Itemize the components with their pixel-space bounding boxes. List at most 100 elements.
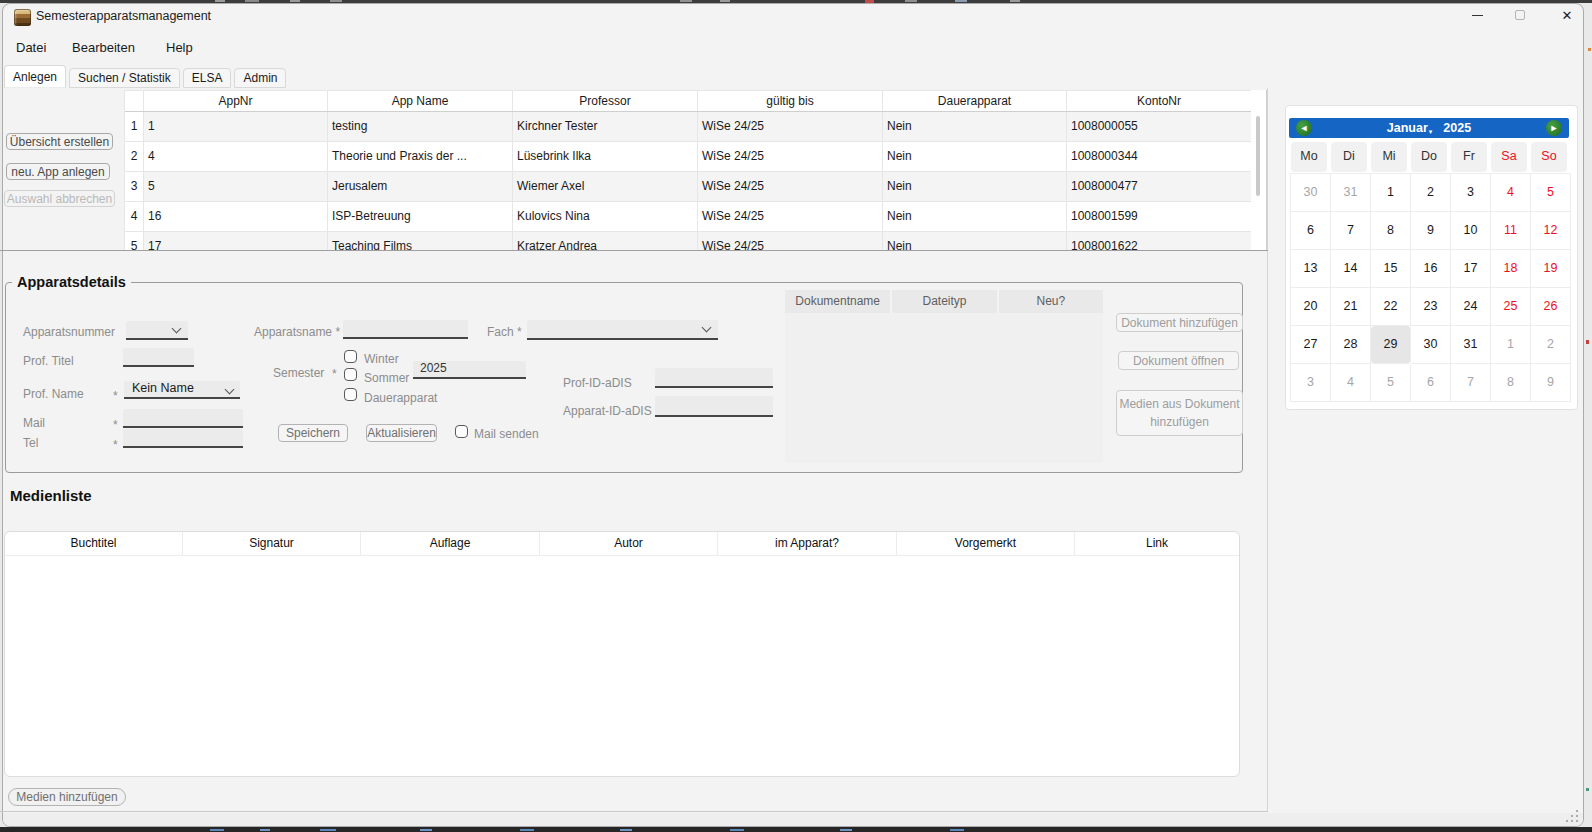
dauerapparat-radio[interactable] bbox=[344, 388, 357, 401]
column-dokumentname[interactable]: Dokumentname bbox=[785, 290, 890, 313]
calendar-day[interactable]: 4 bbox=[1331, 364, 1371, 402]
minimize-button[interactable] bbox=[1457, 2, 1497, 28]
calendar-day[interactable]: 14 bbox=[1331, 250, 1371, 288]
calendar-next-button[interactable]: ► bbox=[1546, 120, 1562, 136]
calendar-day[interactable]: 3 bbox=[1451, 174, 1491, 212]
calendar-day[interactable]: 19 bbox=[1531, 250, 1571, 288]
table-row[interactable]: 1 1 testing Kirchner Tester WiSe 24/25 N… bbox=[125, 112, 1251, 142]
dokument-oeffnen-button[interactable]: Dokument öffnen bbox=[1118, 351, 1239, 370]
column-professor[interactable]: Professor bbox=[513, 91, 698, 111]
calendar-day[interactable]: 3 bbox=[1291, 364, 1331, 402]
calendar-day[interactable]: 23 bbox=[1411, 288, 1451, 326]
speichern-button[interactable]: Speichern bbox=[278, 424, 348, 442]
calendar-day[interactable]: 9 bbox=[1411, 212, 1451, 250]
calendar-day[interactable]: 16 bbox=[1411, 250, 1451, 288]
tab-admin[interactable]: Admin bbox=[234, 68, 286, 88]
calendar-prev-button[interactable]: ◄ bbox=[1296, 120, 1312, 136]
calendar-day[interactable]: 5 bbox=[1531, 174, 1571, 212]
menu-help[interactable]: Help bbox=[166, 40, 193, 55]
fach-select[interactable] bbox=[527, 320, 718, 340]
calendar-day[interactable]: 9 bbox=[1531, 364, 1571, 402]
tab-elsa[interactable]: ELSA bbox=[183, 68, 232, 88]
table-row[interactable]: 2 4 Theorie und Praxis der ... Lüsebrink… bbox=[125, 142, 1251, 172]
table-row[interactable]: 3 5 Jerusalem Wiemer Axel WiSe 24/25 Nei… bbox=[125, 172, 1251, 202]
medien-column-header[interactable]: Link bbox=[1075, 532, 1239, 555]
close-button[interactable]: ✕ bbox=[1547, 2, 1587, 28]
mail-senden-radio[interactable] bbox=[455, 425, 468, 438]
medien-column-header[interactable]: Autor bbox=[540, 532, 718, 555]
calendar-day[interactable]: 1 bbox=[1371, 174, 1411, 212]
calendar-day[interactable]: 20 bbox=[1291, 288, 1331, 326]
calendar-day[interactable]: 27 bbox=[1291, 326, 1331, 364]
apparatsnummer-select[interactable] bbox=[126, 321, 188, 340]
calendar-day[interactable]: 17 bbox=[1451, 250, 1491, 288]
calendar-day[interactable]: 10 bbox=[1451, 212, 1491, 250]
column-dateityp[interactable]: Dateityp bbox=[892, 290, 996, 313]
calendar-day[interactable]: 15 bbox=[1371, 250, 1411, 288]
prof-name-select[interactable]: Kein Name bbox=[124, 381, 240, 399]
medien-hinzufuegen-button[interactable]: Medien hinzufügen bbox=[8, 788, 126, 806]
calendar-day[interactable]: 2 bbox=[1411, 174, 1451, 212]
medien-column-header[interactable]: Buchtitel bbox=[5, 532, 183, 555]
calendar-day[interactable]: 6 bbox=[1411, 364, 1451, 402]
menu-datei[interactable]: Datei bbox=[16, 40, 46, 55]
calendar-day[interactable]: 21 bbox=[1331, 288, 1371, 326]
table-row[interactable]: 5 17 Teaching Films Kratzer Andrea WiSe … bbox=[125, 232, 1251, 250]
calendar-day[interactable]: 7 bbox=[1451, 364, 1491, 402]
jahr-input[interactable]: 2025 bbox=[413, 361, 526, 379]
calendar-day[interactable]: 30 bbox=[1291, 174, 1331, 212]
apparat-id-input[interactable] bbox=[655, 396, 773, 417]
medien-column-header[interactable]: Vorgemerkt bbox=[897, 532, 1075, 555]
column-kontonr[interactable]: KontoNr bbox=[1067, 91, 1251, 111]
auswahl-abbrechen-button[interactable]: Auswahl abbrechen bbox=[4, 190, 115, 207]
calendar-day[interactable]: 24 bbox=[1451, 288, 1491, 326]
column-gueltigbis[interactable]: gültig bis bbox=[698, 91, 883, 111]
medien-column-header[interactable]: Auflage bbox=[361, 532, 540, 555]
calendar-day[interactable]: 25 bbox=[1491, 288, 1531, 326]
uebersicht-erstellen-button[interactable]: Übersicht erstellen bbox=[6, 133, 113, 150]
medien-column-header[interactable]: im Apparat? bbox=[718, 532, 897, 555]
tab-suchen-statistik[interactable]: Suchen / Statistik bbox=[69, 68, 180, 88]
calendar-day[interactable]: 18 bbox=[1491, 250, 1531, 288]
calendar-day[interactable]: 4 bbox=[1491, 174, 1531, 212]
dokument-hinzufuegen-button[interactable]: Dokument hinzufügen bbox=[1116, 313, 1243, 332]
calendar-day[interactable]: 30 bbox=[1411, 326, 1451, 364]
calendar-day[interactable]: 8 bbox=[1491, 364, 1531, 402]
medien-aus-dokument-button[interactable]: Medien aus Dokument hinzufügen bbox=[1116, 390, 1243, 436]
calendar-day[interactable]: 22 bbox=[1371, 288, 1411, 326]
menu-bearbeiten[interactable]: Bearbeiten bbox=[72, 40, 135, 55]
splitter-line[interactable] bbox=[0, 250, 1268, 251]
column-appname[interactable]: App Name bbox=[328, 91, 513, 111]
calendar-day[interactable]: 13 bbox=[1291, 250, 1331, 288]
prof-titel-input[interactable] bbox=[123, 348, 194, 367]
column-appnr[interactable]: AppNr bbox=[144, 91, 328, 111]
calendar-year[interactable]: 2025 bbox=[1443, 121, 1471, 135]
calendar-day[interactable]: 7 bbox=[1331, 212, 1371, 250]
calendar-day[interactable]: 31 bbox=[1451, 326, 1491, 364]
calendar-day[interactable]: 6 bbox=[1291, 212, 1331, 250]
medien-column-header[interactable]: Signatur bbox=[183, 532, 361, 555]
calendar-day[interactable]: 28 bbox=[1331, 326, 1371, 364]
neu-app-anlegen-button[interactable]: neu. App anlegen bbox=[6, 163, 110, 180]
calendar-day[interactable]: 26 bbox=[1531, 288, 1571, 326]
tel-input[interactable] bbox=[123, 429, 243, 448]
tab-anlegen[interactable]: Anlegen bbox=[4, 65, 66, 88]
apparatsname-input[interactable] bbox=[343, 320, 468, 339]
calendar-month[interactable]: Januar bbox=[1387, 121, 1428, 135]
calendar-day[interactable]: 31 bbox=[1331, 174, 1371, 212]
column-dauerapparat[interactable]: Dauerapparat bbox=[883, 91, 1067, 111]
maximize-button[interactable] bbox=[1500, 2, 1540, 28]
calendar-day[interactable]: 11 bbox=[1491, 212, 1531, 250]
calendar-day[interactable]: 5 bbox=[1371, 364, 1411, 402]
sommer-radio[interactable] bbox=[344, 368, 357, 381]
calendar-day[interactable]: 1 bbox=[1491, 326, 1531, 364]
prof-id-input[interactable] bbox=[655, 368, 773, 388]
calendar-day[interactable]: 12 bbox=[1531, 212, 1571, 250]
aktualisieren-button[interactable]: Aktualisieren bbox=[366, 424, 437, 442]
winter-radio[interactable] bbox=[344, 350, 357, 363]
table-scrollbar-thumb[interactable] bbox=[1256, 116, 1260, 196]
table-row[interactable]: 4 16 ISP-Betreuung Kulovics Nina WiSe 24… bbox=[125, 202, 1251, 232]
calendar-day[interactable]: 8 bbox=[1371, 212, 1411, 250]
calendar-day[interactable]: 29 bbox=[1371, 326, 1411, 364]
calendar-day[interactable]: 2 bbox=[1531, 326, 1571, 364]
